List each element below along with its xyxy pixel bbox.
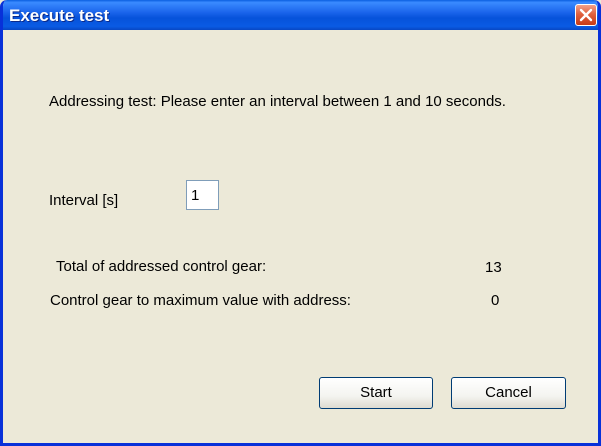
cancel-button[interactable]: Cancel	[451, 377, 566, 409]
title-bar[interactable]: Execute test	[3, 0, 598, 30]
instruction-text: Addressing test: Please enter an interva…	[49, 93, 506, 110]
close-button[interactable]	[575, 4, 597, 26]
max-value-address: 0	[491, 292, 500, 309]
window-title: Execute test	[9, 6, 110, 25]
interval-input[interactable]: 1	[186, 180, 219, 210]
total-addressed-label: Total of addressed control gear:	[56, 258, 267, 275]
execute-test-dialog: Execute test Addressing test: Please ent…	[0, 0, 601, 446]
max-value-label: Control gear to maximum value with addre…	[50, 292, 351, 309]
start-button[interactable]: Start	[319, 377, 433, 409]
interval-label: Interval [s]	[49, 192, 119, 209]
total-addressed-value: 13	[485, 259, 502, 276]
close-icon	[579, 8, 593, 22]
